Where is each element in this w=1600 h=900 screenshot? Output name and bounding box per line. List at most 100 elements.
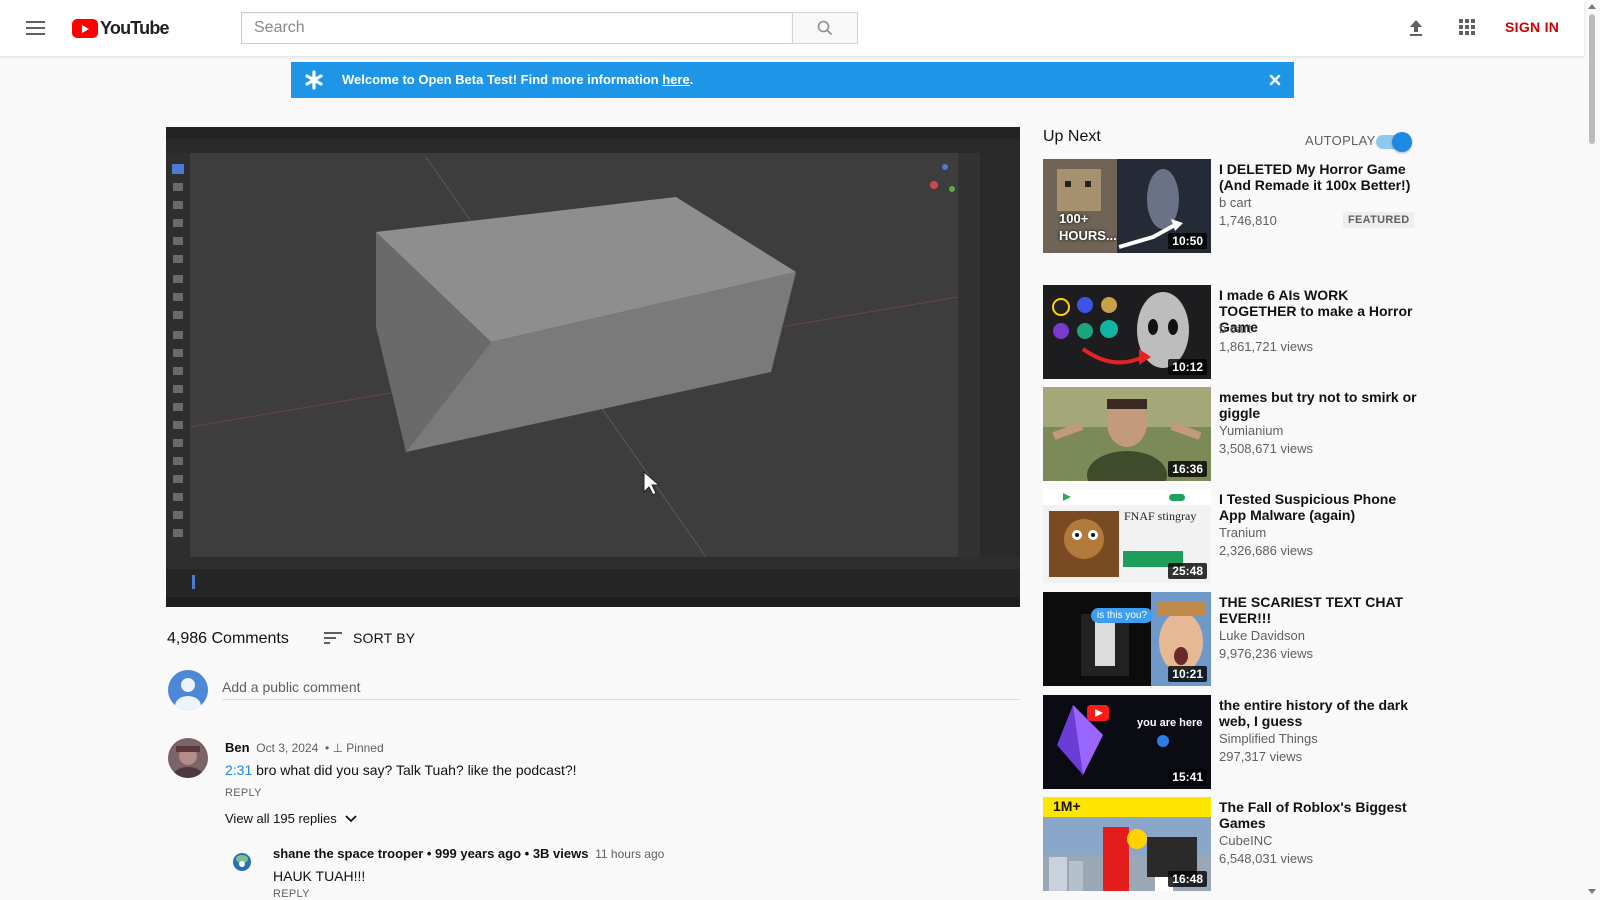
video-channel[interactable]: Luke Davidson bbox=[1219, 628, 1305, 643]
comment-date[interactable]: 11 hours ago bbox=[595, 847, 664, 861]
comment-body: HAUK TUAH!!! bbox=[273, 868, 366, 884]
video-channel[interactable]: Simplified Things bbox=[1219, 731, 1318, 746]
video-thumbnail[interactable]: 1M+ 16:48 bbox=[1043, 797, 1211, 891]
add-comment-box bbox=[168, 670, 1020, 710]
video-channel[interactable]: Yumianium bbox=[1219, 423, 1283, 438]
video-title[interactable]: memes but try not to smirk or giggle bbox=[1219, 389, 1419, 421]
autoplay-label: AUTOPLAY bbox=[1305, 133, 1376, 148]
thumbnail-caption: 1M+ bbox=[1053, 798, 1081, 814]
video-thumbnail[interactable]: 10:12 bbox=[1043, 285, 1211, 379]
video-views: 297,317 views bbox=[1219, 749, 1303, 764]
up-next-heading: Up Next bbox=[1043, 128, 1101, 145]
video-channel[interactable]: b cart bbox=[1219, 321, 1252, 336]
commenter-avatar[interactable] bbox=[226, 846, 258, 878]
video-duration: 10:50 bbox=[1168, 233, 1207, 249]
video-thumbnail[interactable]: 100+ HOURS... 10:50 bbox=[1043, 159, 1211, 253]
user-avatar bbox=[168, 670, 208, 710]
comment-timestamp-link[interactable]: 2:31 bbox=[225, 762, 252, 778]
video-player[interactable] bbox=[166, 127, 1020, 607]
video-title[interactable]: I DELETED My Horror Game (And Remade it … bbox=[1219, 161, 1419, 193]
video-channel[interactable]: CubeINC bbox=[1219, 833, 1272, 848]
comment-meta: shane the space trooper • 999 years ago … bbox=[273, 846, 664, 861]
banner-suffix: . bbox=[689, 72, 694, 87]
comment-author[interactable]: Ben bbox=[225, 740, 250, 755]
video-thumbnail[interactable]: 16:36 bbox=[1043, 387, 1211, 481]
close-icon[interactable] bbox=[1267, 72, 1283, 88]
banner-link[interactable]: here bbox=[662, 72, 689, 87]
video-views: 2,326,686 views bbox=[1219, 543, 1313, 558]
video-channel[interactable]: Tranium bbox=[1219, 525, 1266, 540]
thumbnail-caption: you are here bbox=[1137, 717, 1203, 729]
comment-pinned: Ben Oct 3, 2024 • ⊥ Pinned 2:31 bro what… bbox=[168, 738, 1018, 828]
banner-message: Welcome to Open Beta Test! Find more inf… bbox=[342, 72, 693, 87]
video-thumbnail[interactable]: is this you? 10:21 bbox=[1043, 592, 1211, 686]
thumbnail-caption: is this you? bbox=[1091, 608, 1154, 623]
featured-badge: FEATURED bbox=[1343, 212, 1415, 228]
youtube-logo[interactable]: YouTube bbox=[72, 18, 170, 39]
video-views: 1,746,810 bbox=[1219, 213, 1277, 228]
scroll-up-arrow-icon[interactable] bbox=[1588, 4, 1596, 9]
comment-author[interactable]: shane the space trooper • 999 years ago … bbox=[273, 846, 588, 861]
video-duration: 15:41 bbox=[1168, 769, 1207, 785]
commenter-avatar[interactable] bbox=[168, 738, 208, 778]
scroll-down-arrow-icon[interactable] bbox=[1588, 889, 1596, 894]
comment-reply: shane the space trooper • 999 years ago … bbox=[226, 846, 1016, 900]
view-replies-button[interactable]: View all 195 replies bbox=[225, 811, 357, 826]
apps-grid-icon[interactable] bbox=[1456, 16, 1480, 40]
video-title[interactable]: THE SCARIEST TEXT CHAT EVER!!! bbox=[1219, 594, 1419, 626]
video-views: 6,548,031 views bbox=[1219, 851, 1313, 866]
search-input[interactable] bbox=[241, 12, 792, 44]
comment-text: 2:31 bro what did you say? Talk Tuah? li… bbox=[225, 762, 577, 778]
beta-banner: Welcome to Open Beta Test! Find more inf… bbox=[291, 62, 1294, 98]
reply-button[interactable]: REPLY bbox=[273, 888, 310, 900]
up-next-video[interactable]: 16:36 memes but try not to smirk or gigg… bbox=[1043, 387, 1417, 481]
comment-date[interactable]: Oct 3, 2024 bbox=[256, 741, 318, 755]
upload-icon[interactable] bbox=[1404, 16, 1428, 40]
asterisk-icon bbox=[305, 70, 323, 90]
scroll-thumb[interactable] bbox=[1589, 14, 1595, 144]
sort-by-label: SORT BY bbox=[353, 630, 416, 646]
video-title[interactable]: The Fall of Roblox's Biggest Games bbox=[1219, 799, 1419, 831]
comment-body: bro what did you say? Talk Tuah? like th… bbox=[252, 762, 577, 778]
pin-icon: ⊥ bbox=[332, 741, 343, 755]
video-views: 9,976,236 views bbox=[1219, 646, 1313, 661]
autoplay-toggle[interactable] bbox=[1376, 132, 1412, 152]
video-duration: 10:21 bbox=[1168, 666, 1207, 682]
sort-by-button[interactable]: SORT BY bbox=[323, 630, 415, 646]
video-duration: 16:48 bbox=[1168, 871, 1207, 887]
search-bar bbox=[241, 12, 858, 44]
page-scrollbar[interactable] bbox=[1584, 0, 1600, 900]
comment-meta: Ben Oct 3, 2024 • ⊥ Pinned bbox=[225, 740, 384, 755]
pinned-label: Pinned bbox=[346, 741, 384, 755]
up-next-video[interactable]: 10:12 I made 6 AIs WORK TOGETHER to make… bbox=[1043, 285, 1413, 379]
chevron-down-icon bbox=[345, 814, 357, 822]
banner-text: Welcome to Open Beta Test! Find more inf… bbox=[342, 72, 663, 87]
add-comment-input[interactable] bbox=[222, 674, 1020, 700]
up-next-video[interactable]: 1M+ 16:48 The Fall of Roblox's Biggest G… bbox=[1043, 797, 1413, 891]
comments-header: 4,986 Comments SORT BY bbox=[167, 630, 415, 648]
logo-text: YouTube bbox=[100, 18, 170, 38]
up-next-video[interactable]: FNAF stingray 25:48 I Tested Suspicious … bbox=[1043, 489, 1413, 583]
play-logo-icon bbox=[72, 19, 98, 38]
video-title[interactable]: I Tested Suspicious Phone App Malware (a… bbox=[1219, 491, 1419, 523]
video-duration: 16:36 bbox=[1168, 461, 1207, 477]
reply-button[interactable]: REPLY bbox=[225, 787, 262, 799]
video-channel[interactable]: b cart bbox=[1219, 195, 1252, 210]
search-icon bbox=[817, 20, 833, 36]
video-views: 3,508,671 views bbox=[1219, 441, 1313, 456]
sort-icon bbox=[324, 632, 342, 644]
top-header: YouTube SIGN IN bbox=[0, 0, 1584, 56]
video-duration: 10:12 bbox=[1168, 359, 1207, 375]
video-thumbnail[interactable]: FNAF stingray 25:48 bbox=[1043, 489, 1211, 583]
up-next-video[interactable]: 100+ HOURS... 10:50 I DELETED My Horror … bbox=[1043, 159, 1415, 253]
video-frame bbox=[166, 127, 1020, 607]
video-duration: 25:48 bbox=[1168, 563, 1207, 579]
search-button[interactable] bbox=[792, 12, 858, 44]
up-next-video[interactable]: is this you? 10:21 THE SCARIEST TEXT CHA… bbox=[1043, 592, 1413, 686]
view-replies-label: View all 195 replies bbox=[225, 811, 337, 826]
up-next-video[interactable]: you are here 15:41 the entire history of… bbox=[1043, 695, 1413, 789]
video-title[interactable]: the entire history of the dark web, I gu… bbox=[1219, 697, 1419, 729]
menu-icon[interactable] bbox=[24, 16, 48, 40]
sign-in-button[interactable]: SIGN IN bbox=[1505, 19, 1559, 35]
video-thumbnail[interactable]: you are here 15:41 bbox=[1043, 695, 1211, 789]
